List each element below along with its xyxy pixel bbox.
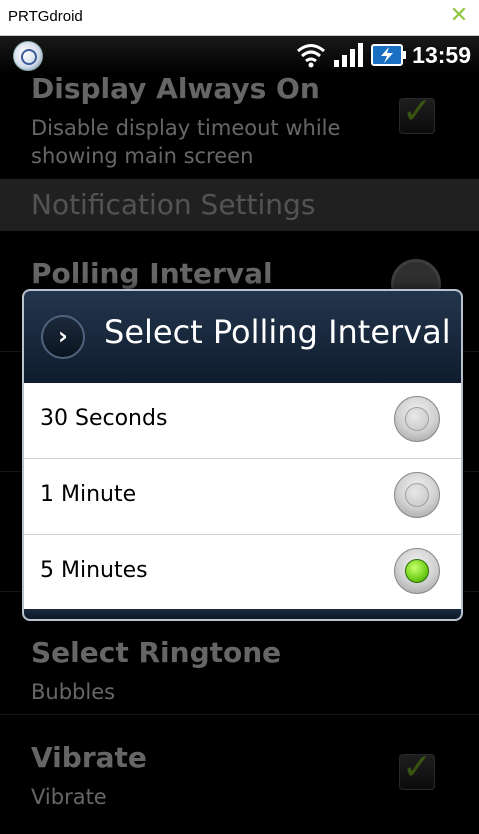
signal-icon bbox=[334, 43, 363, 67]
dialog-footer bbox=[24, 609, 461, 619]
checkmark-icon: ✓ bbox=[402, 91, 433, 132]
wifi-icon bbox=[297, 44, 325, 68]
pref-title: Polling Interval bbox=[31, 257, 273, 290]
pref-subtitle: Bubbles bbox=[31, 680, 116, 704]
battery-charging-icon bbox=[371, 44, 406, 66]
display-always-on-checkbox[interactable]: ✓ bbox=[399, 91, 435, 134]
dialog-title: Select Polling Interval bbox=[104, 313, 451, 351]
pref-title: Display Always On bbox=[31, 72, 320, 105]
option-label: 1 Minute bbox=[40, 482, 137, 507]
option-1-minute[interactable]: 1 Minute bbox=[24, 459, 461, 535]
checkmark-icon: ✓ bbox=[402, 747, 433, 788]
status-bar: 13:59 bbox=[0, 36, 479, 74]
window-title: PRTGdroid bbox=[8, 8, 83, 25]
close-icon[interactable]: ✕ bbox=[447, 4, 471, 28]
status-clock: 13:59 bbox=[412, 42, 471, 68]
dialog-header: › Select Polling Interval bbox=[24, 291, 461, 384]
pref-title: Vibrate bbox=[31, 741, 147, 774]
app-notification-icon bbox=[13, 41, 43, 71]
option-5-minutes[interactable]: 5 Minutes bbox=[24, 535, 461, 610]
pref-display-always-on[interactable]: Display Always On Disable display timeou… bbox=[0, 72, 479, 180]
option-label: 30 Seconds bbox=[40, 406, 168, 431]
vibrate-checkbox[interactable]: ✓ bbox=[399, 747, 435, 790]
polling-interval-dialog: › Select Polling Interval 30 Seconds 1 M… bbox=[22, 289, 463, 621]
radio-button[interactable] bbox=[394, 396, 440, 442]
pref-title: Select Ringtone bbox=[31, 636, 282, 669]
section-header-label: Notification Settings bbox=[31, 188, 316, 221]
option-30-seconds[interactable]: 30 Seconds bbox=[24, 383, 461, 459]
pref-subtitle-line2: showing main screen bbox=[31, 144, 254, 168]
radio-button[interactable] bbox=[394, 472, 440, 518]
section-header: Notification Settings bbox=[0, 179, 479, 231]
radio-button-selected[interactable] bbox=[394, 548, 440, 594]
pref-vibrate[interactable]: Vibrate Vibrate ✓ bbox=[0, 714, 479, 834]
pref-subtitle: Vibrate bbox=[31, 785, 107, 809]
option-label: 5 Minutes bbox=[40, 558, 148, 583]
pref-subtitle-line1: Disable display timeout while bbox=[31, 116, 341, 140]
window-titlebar: PRTGdroid ✕ bbox=[0, 0, 479, 36]
chevron-right-icon: › bbox=[41, 315, 85, 359]
